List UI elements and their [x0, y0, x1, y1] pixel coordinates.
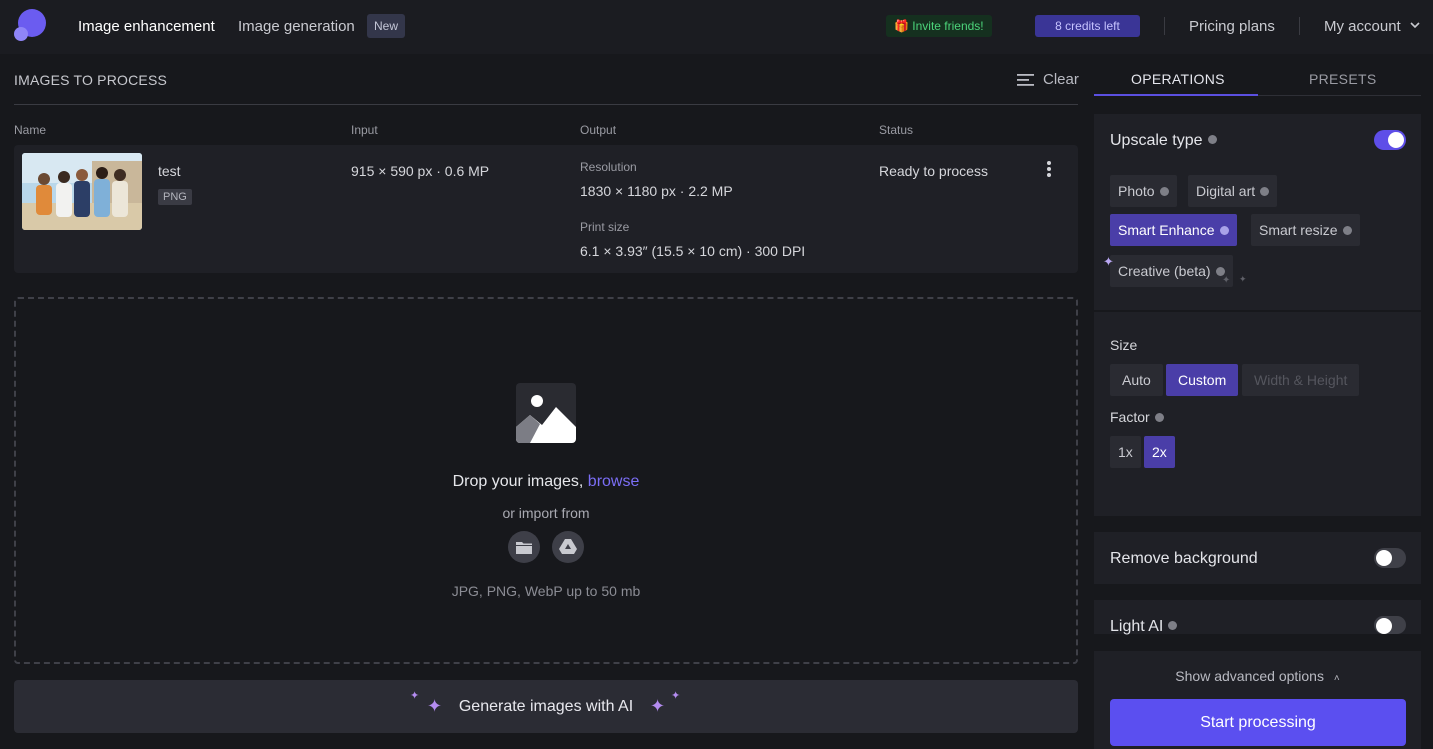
- remove-background-toggle[interactable]: [1374, 548, 1406, 568]
- info-icon[interactable]: [1207, 135, 1217, 145]
- divider: [1164, 17, 1165, 35]
- upscale-option-smart-resize[interactable]: Smart resize: [1251, 214, 1360, 246]
- info-icon: [1260, 186, 1270, 196]
- status-text: Ready to process: [879, 163, 988, 179]
- my-account-menu[interactable]: My account: [1324, 18, 1401, 35]
- size-card: Size Auto Custom Width & Height Factor 1…: [1094, 312, 1421, 516]
- input-size: 915 × 590 px · 0.6 MP: [351, 163, 490, 179]
- sparkle-icon: ✦: [671, 690, 681, 702]
- tab-operations[interactable]: OPERATIONS: [1131, 71, 1225, 87]
- table-row: test PNG 915 × 590 px · 0.6 MP Resolutio…: [14, 145, 1078, 273]
- size-label: Size: [1110, 337, 1138, 353]
- more-options-icon[interactable]: [1046, 161, 1052, 179]
- factor-label: Factor: [1110, 409, 1164, 425]
- resolution-label: Resolution: [580, 160, 637, 174]
- nav-image-generation[interactable]: Image generation: [238, 18, 355, 35]
- column-header-input: Input: [351, 123, 378, 137]
- upscale-option-smart-enhance[interactable]: Smart Enhance: [1110, 214, 1237, 246]
- light-ai-card: Light AI: [1094, 600, 1421, 636]
- column-header-output: Output: [580, 123, 617, 137]
- google-drive-icon[interactable]: [552, 531, 584, 563]
- start-processing-button[interactable]: Start processing: [1110, 699, 1406, 746]
- image-name: test: [158, 163, 181, 179]
- upscale-option-photo[interactable]: Photo: [1110, 175, 1177, 207]
- drop-instructions: Drop your images, browse: [452, 473, 640, 490]
- app-logo[interactable]: [14, 9, 46, 41]
- size-option-custom[interactable]: Custom: [1166, 364, 1239, 396]
- actions-footer: Show advanced options ˄ Start processing: [1094, 651, 1421, 749]
- upscale-toggle[interactable]: [1374, 130, 1406, 150]
- browse-link[interactable]: browse: [588, 473, 640, 490]
- divider: [14, 104, 1078, 105]
- invite-friends-button[interactable]: 🎁 Invite friends!: [886, 15, 992, 37]
- size-option-width-height[interactable]: Width & Height: [1242, 364, 1360, 396]
- pricing-plans-link[interactable]: Pricing plans: [1189, 18, 1275, 35]
- remove-background-title: Remove background: [1110, 550, 1258, 567]
- factor-option-1x[interactable]: 1x: [1110, 436, 1141, 468]
- info-icon: [1342, 225, 1352, 235]
- new-badge: New: [367, 14, 406, 38]
- light-ai-toggle[interactable]: [1374, 616, 1406, 634]
- info-icon: [1159, 186, 1169, 196]
- format-badge: PNG: [158, 189, 192, 205]
- divider: [1299, 17, 1300, 35]
- image-thumbnail[interactable]: [22, 153, 142, 230]
- upscale-option-creative[interactable]: Creative (beta): [1110, 255, 1233, 287]
- images-to-process-title: IMAGES TO PROCESS: [14, 72, 168, 88]
- upscale-option-digital-art[interactable]: Digital art: [1188, 175, 1278, 207]
- factor-option-2x[interactable]: 2x: [1144, 436, 1175, 468]
- output-resolution: 1830 × 1180 px · 2.2 MP: [580, 183, 733, 199]
- generate-images-ai-button[interactable]: ✦ ✦ Generate images with AI ✦ ✦: [14, 680, 1078, 733]
- print-size: 6.1 × 3.93″ (15.5 × 10 cm) · 300 DPI: [580, 243, 806, 259]
- tab-presets[interactable]: PRESETS: [1309, 71, 1376, 87]
- image-placeholder-icon: [516, 383, 576, 443]
- divider: [1258, 95, 1421, 96]
- generate-label: Generate images with AI: [458, 698, 634, 715]
- upscale-type-title: Upscale type: [1110, 132, 1217, 150]
- info-icon: [1219, 225, 1229, 235]
- supported-formats: JPG, PNG, WebP up to 50 mb: [451, 583, 641, 599]
- clear-label: Clear: [1043, 71, 1079, 88]
- sparkle-icon: ✦: [1222, 275, 1231, 286]
- credits-badge[interactable]: 8 credits left: [1035, 15, 1140, 37]
- sparkle-icon: ✦: [1103, 254, 1114, 269]
- folder-icon[interactable]: [508, 531, 540, 563]
- sparkle-icon: ✦: [650, 696, 666, 716]
- print-size-label: Print size: [580, 220, 630, 234]
- clear-button[interactable]: Clear: [1017, 71, 1079, 88]
- column-header-status: Status: [879, 123, 914, 137]
- chevron-up-icon: ˄: [1333, 673, 1340, 684]
- sparkle-icon: ✦: [1239, 274, 1247, 284]
- chevron-down-icon[interactable]: [1410, 20, 1420, 30]
- image-dropzone[interactable]: Drop your images, browse or import from …: [14, 297, 1078, 664]
- column-header-name: Name: [14, 123, 47, 137]
- list-icon: [1017, 73, 1034, 86]
- show-advanced-options-button[interactable]: Show advanced options ˄: [1094, 668, 1421, 684]
- size-option-auto[interactable]: Auto: [1110, 364, 1163, 396]
- active-tab-indicator: [1094, 94, 1258, 96]
- light-ai-title: Light AI: [1110, 618, 1178, 636]
- top-bar: Image enhancement Image generation New 🎁…: [0, 0, 1433, 54]
- info-icon[interactable]: [1154, 412, 1164, 422]
- import-from-label: or import from: [502, 505, 590, 521]
- remove-background-card: Remove background: [1094, 532, 1421, 584]
- upscale-type-card: Upscale type Photo Digital art Smart Enh…: [1094, 114, 1421, 310]
- info-icon[interactable]: [1168, 621, 1178, 631]
- nav-image-enhancement[interactable]: Image enhancement: [78, 18, 215, 35]
